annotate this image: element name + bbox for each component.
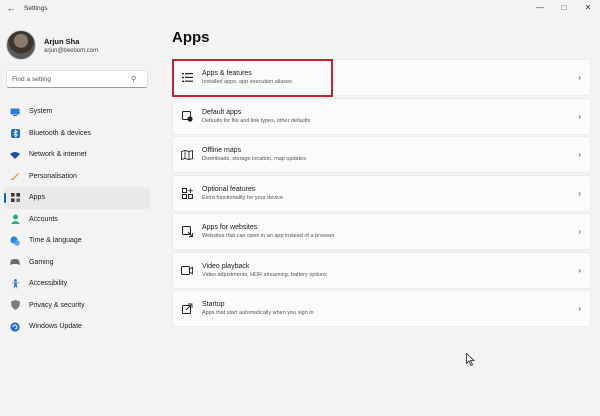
search-input[interactable]	[7, 75, 129, 83]
sidebar-item-bluetooth[interactable]: Bluetooth & devices	[4, 123, 150, 145]
shield-icon	[10, 300, 20, 311]
card-description: Extra functionality for your device	[202, 194, 284, 201]
card-optional-features[interactable]: Optional features Extra functionality fo…	[172, 174, 591, 212]
chevron-right-icon: ›	[578, 73, 581, 82]
sidebar-item-personalisation[interactable]: Personalisation	[4, 166, 150, 188]
title-bar: ← Settings — □ ✕	[0, 0, 600, 16]
chevron-right-icon: ›	[578, 111, 581, 121]
sidebar-item-apps[interactable]: Apps	[4, 187, 150, 209]
monitor-icon	[10, 107, 20, 117]
card-description: Video adjustments, HDR streaming, batter…	[202, 271, 327, 278]
card-apps-for-websites[interactable]: Apps for websites Websites that can open…	[172, 213, 591, 250]
video-icon	[180, 263, 194, 277]
user-profile[interactable]: Arjun Sha arjun@beebom.com	[6, 30, 98, 60]
chevron-right-icon: ›	[578, 188, 581, 198]
window-controls: — □ ✕	[528, 0, 600, 16]
apps-icon	[10, 193, 20, 203]
account-icon	[10, 214, 20, 225]
page-title: Apps	[172, 29, 210, 46]
wifi-icon	[10, 150, 20, 160]
card-default-apps[interactable]: Default apps Defaults for file and link …	[172, 97, 591, 135]
card-title: Default apps	[202, 108, 242, 116]
card-offline-maps[interactable]: Offline maps Downloads, storage location…	[172, 136, 591, 173]
card-title: Apps for websites	[202, 224, 258, 231]
sidebar-item-label: Gaming	[29, 258, 54, 266]
profile-name: Arjun Sha	[44, 36, 80, 46]
card-description: Downloads, storage location, map updates	[202, 156, 306, 162]
chevron-right-icon: ›	[578, 265, 581, 275]
sidebar-item-label: System	[29, 108, 53, 116]
minimize-icon[interactable]: —	[528, 0, 552, 14]
card-title: Offline maps	[202, 147, 242, 154]
sidebar-item-label: Bluetooth & devices	[29, 129, 91, 137]
sidebar-item-label: Accounts	[29, 215, 58, 223]
highlight-box	[172, 59, 333, 97]
profile-email: arjun@beebom.com	[44, 47, 99, 54]
update-icon	[10, 322, 20, 332]
close-icon[interactable]: ✕	[576, 0, 600, 14]
card-title: Optional features	[202, 185, 256, 193]
settings-list: Apps & features Installed apps, app exec…	[172, 59, 591, 329]
sidebar-item-network[interactable]: Network & internet	[4, 144, 150, 166]
window-title: Settings	[24, 4, 48, 12]
startup-icon	[180, 302, 194, 316]
sidebar-item-label: Windows Update	[29, 323, 82, 331]
chevron-right-icon: ›	[578, 304, 581, 313]
card-description: Apps that start automatically when you s…	[202, 310, 314, 316]
sidebar-nav: System Bluetooth & devices Network & int…	[4, 101, 150, 338]
chevron-right-icon: ›	[578, 150, 581, 159]
search-icon[interactable]: ⚲	[131, 75, 136, 83]
maximize-icon[interactable]: □	[552, 0, 576, 14]
card-description: Websites that can open in an app instead…	[202, 233, 335, 239]
search-box[interactable]: ⚲	[6, 70, 148, 88]
map-icon	[180, 148, 194, 162]
mouse-cursor-icon	[466, 352, 476, 369]
sidebar-item-windows-update[interactable]: Windows Update	[4, 316, 150, 338]
card-title: Video playback	[202, 262, 250, 270]
sidebar-item-label: Personalisation	[29, 172, 77, 180]
sidebar-item-label: Network & internet	[29, 151, 87, 159]
controller-icon	[10, 257, 20, 267]
sidebar-item-time-language[interactable]: Time & language	[4, 230, 150, 252]
clock-globe-icon	[10, 236, 20, 246]
sidebar: Arjun Sha arjun@beebom.com ⚲ System Blue…	[0, 22, 160, 416]
web-app-icon	[180, 225, 194, 239]
sidebar-item-label: Apps	[29, 194, 45, 202]
sidebar-item-gaming[interactable]: Gaming	[4, 252, 150, 274]
optional-features-icon	[180, 186, 194, 200]
brush-icon	[10, 171, 20, 181]
back-arrow-icon[interactable]: ←	[2, 3, 20, 13]
sidebar-item-privacy-security[interactable]: Privacy & security	[4, 295, 150, 317]
card-video-playback[interactable]: Video playback Video adjustments, HDR st…	[172, 251, 591, 289]
bluetooth-icon	[10, 128, 20, 138]
sidebar-item-label: Time & language	[29, 237, 82, 245]
card-startup[interactable]: Startup Apps that start automatically wh…	[172, 290, 591, 327]
accessibility-icon	[10, 278, 20, 289]
avatar[interactable]	[6, 30, 36, 60]
card-title: Startup	[202, 301, 225, 308]
sidebar-item-label: Accessibility	[29, 280, 68, 288]
sidebar-item-system[interactable]: System	[4, 101, 150, 123]
default-apps-icon	[180, 109, 194, 123]
sidebar-item-accessibility[interactable]: Accessibility	[4, 273, 150, 295]
chevron-right-icon: ›	[578, 227, 581, 236]
card-description: Defaults for file and link types, other …	[202, 117, 311, 124]
sidebar-item-label: Privacy & security	[29, 301, 85, 309]
sidebar-item-accounts[interactable]: Accounts	[4, 209, 150, 231]
